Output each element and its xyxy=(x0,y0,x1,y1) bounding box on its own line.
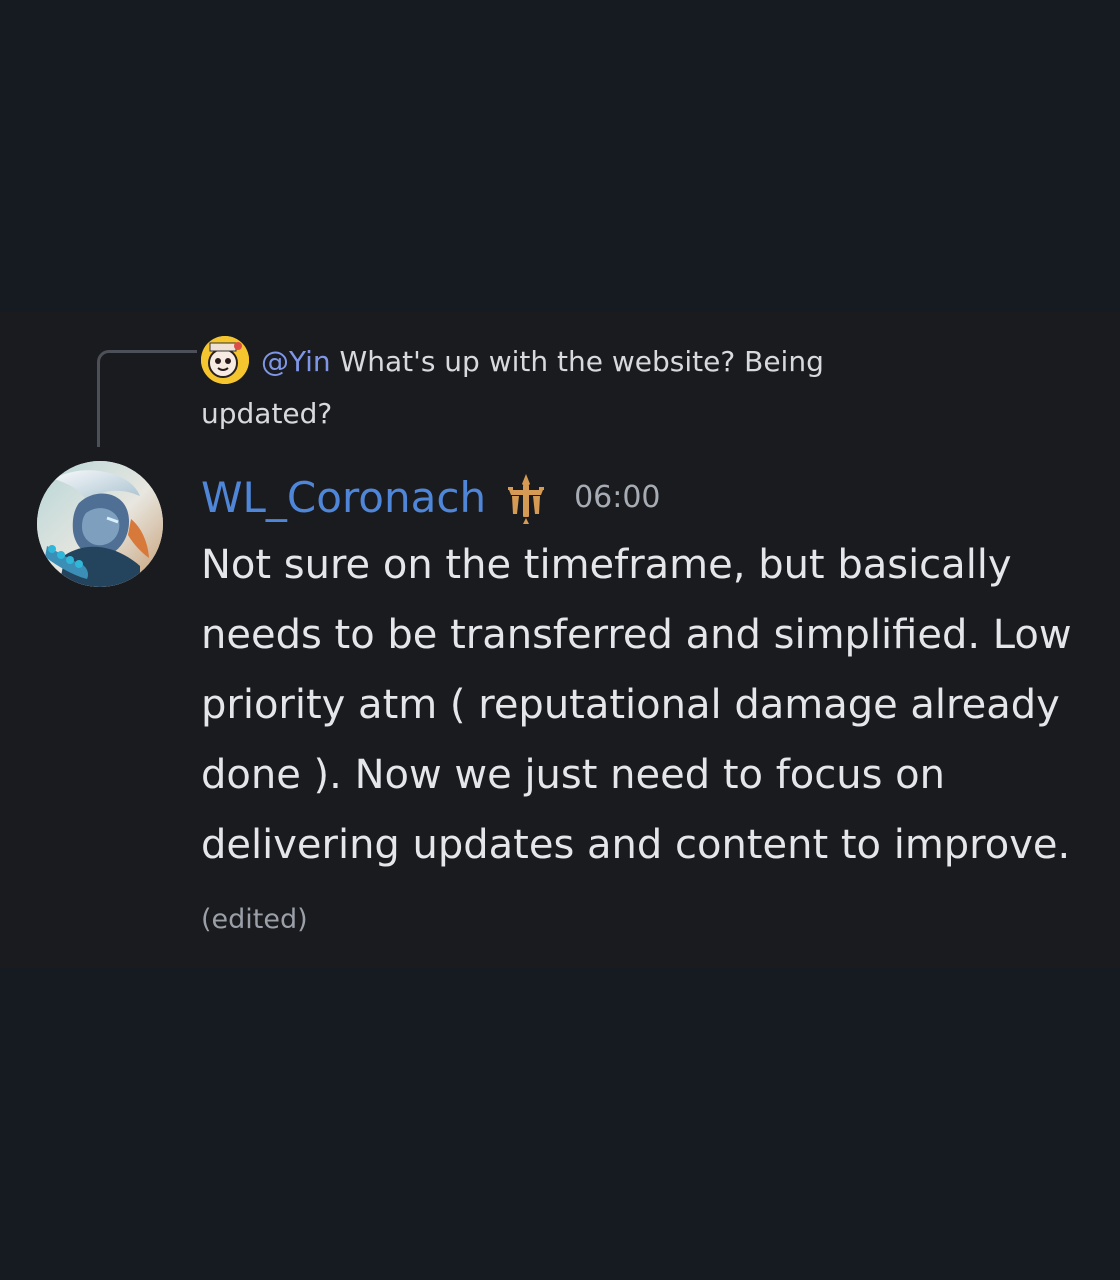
author-name[interactable]: WL_Coronach xyxy=(201,468,486,528)
message-timestamp[interactable]: 06:00 xyxy=(574,468,660,528)
role-badge-image xyxy=(508,474,545,524)
edited-label[interactable]: (edited) xyxy=(201,904,308,935)
sword-crest-icon[interactable] xyxy=(506,472,546,524)
message-text: Not sure on the timeframe, but basically… xyxy=(201,542,1072,868)
reply-preview[interactable]: @Yin What's up with the website? Being u… xyxy=(201,336,961,440)
reply-mention[interactable]: @Yin xyxy=(261,345,331,378)
author-row: WL_Coronach 06:00 xyxy=(201,468,661,528)
avatar-image xyxy=(37,461,163,587)
message-body: Not sure on the timeframe, but basically… xyxy=(201,530,1101,955)
reply-connector xyxy=(97,350,197,447)
author-avatar[interactable] xyxy=(37,461,163,587)
